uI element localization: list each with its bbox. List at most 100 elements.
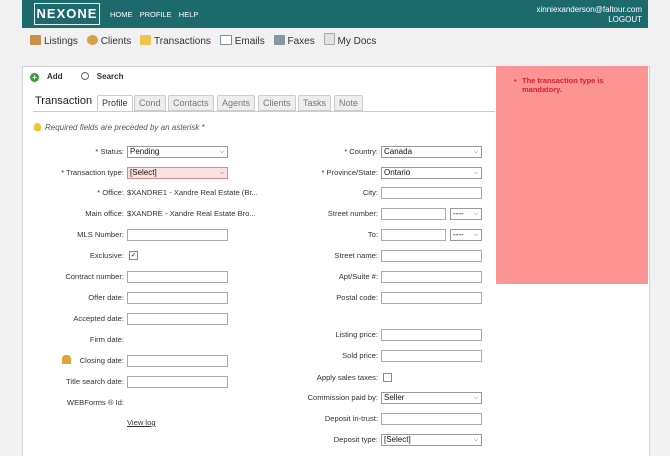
closing-date-input[interactable] <box>127 355 228 367</box>
city-input[interactable] <box>381 187 482 199</box>
exclusive-label: Exclusive: <box>89 251 124 260</box>
chevron-down-icon: ⌵ <box>473 395 479 401</box>
nav-faxes[interactable]: Faxes <box>273 35 315 47</box>
chevron-down-icon: ⌵ <box>473 149 479 155</box>
fax-icon <box>273 35 285 45</box>
required-note-text: Required fields are preceded by an aster… <box>45 123 205 132</box>
bullet-icon: • <box>514 76 517 85</box>
view-log-link[interactable]: View log <box>127 418 156 427</box>
street-number-input[interactable] <box>381 208 446 220</box>
docs-icon <box>323 33 335 45</box>
listing-price-input[interactable] <box>381 329 482 341</box>
offer-date-label: Offer date: <box>88 293 124 302</box>
nav-home[interactable]: HOME <box>110 10 133 19</box>
transaction-type-label: * Transaction type: <box>61 168 124 177</box>
to-suffix-select[interactable]: ---- ⌵ <box>450 229 482 241</box>
tab-contacts[interactable]: Contacts <box>168 95 214 111</box>
chevron-down-icon: ⌵ <box>219 170 225 176</box>
nav-clients-label: Clients <box>100 36 132 47</box>
nav-help[interactable]: HELP <box>179 10 199 19</box>
top-bar: NEXONE HOME PROFILE HELP xinniexanderson… <box>22 0 648 28</box>
nexone-logo[interactable]: NEXONE <box>34 3 100 25</box>
nav-listings[interactable]: Listings <box>30 35 78 47</box>
province-select[interactable]: Ontario ⌵ <box>381 167 482 179</box>
exclusive-checkbox[interactable]: ✓ <box>129 251 138 260</box>
chevron-down-icon: ⌵ <box>473 170 479 176</box>
mls-input[interactable] <box>127 229 228 241</box>
offer-date-input[interactable] <box>127 292 228 304</box>
clients-icon <box>86 35 98 45</box>
commission-select[interactable]: Seller ⌵ <box>381 392 482 404</box>
city-label: City: <box>362 188 378 197</box>
house-icon <box>30 35 41 45</box>
deposit-type-select[interactable]: [Select] ⌵ <box>381 434 482 446</box>
nav-transactions-label: Transactions <box>154 36 211 47</box>
nav-profile[interactable]: PROFILE <box>140 10 172 19</box>
chevron-down-icon: ⌵ <box>473 437 479 443</box>
street-number-label: Street number: <box>327 209 378 218</box>
chevron-down-icon: ⌵ <box>473 211 479 217</box>
accepted-date-label: Accepted date: <box>73 314 124 323</box>
street-name-label: Street name: <box>334 251 378 260</box>
tab-clients[interactable]: Clients <box>258 95 296 111</box>
nav-emails[interactable]: Emails <box>219 35 265 47</box>
to-suffix-value: ---- <box>453 230 464 239</box>
nav-my-docs-label: My Docs <box>337 36 377 47</box>
to-label: To: <box>367 230 378 239</box>
nav-transactions[interactable]: Transactions <box>140 35 211 47</box>
title-search-label: Title search date: <box>66 377 124 386</box>
sold-price-input[interactable] <box>381 350 482 362</box>
listing-price-label: Listing price: <box>335 330 378 339</box>
firm-date-label: Firm date: <box>89 335 124 344</box>
main-office-value: $XANDRE - Xandre Real Estate Bro... <box>127 209 256 218</box>
tab-agents[interactable]: Agents <box>217 95 256 111</box>
error-panel: • The transaction type is mandatory. <box>496 66 648 284</box>
deposit-type-value: [Select] <box>384 435 411 444</box>
country-label: * Country: <box>344 147 378 156</box>
tab-note[interactable]: Note <box>334 95 364 111</box>
user-email: xinniexanderson@faltour.com <box>536 5 642 14</box>
street-number-suffix-select[interactable]: ---- ⌵ <box>450 208 482 220</box>
sold-price-label: Sold price: <box>342 351 378 360</box>
nav-faxes-label: Faxes <box>287 36 315 47</box>
sales-tax-checkbox[interactable] <box>383 373 392 382</box>
sales-tax-label: Apply sales taxes: <box>316 373 378 382</box>
tab-profile[interactable]: Profile <box>97 95 133 111</box>
nav-clients[interactable]: Clients <box>86 35 132 47</box>
add-icon: + <box>30 73 39 82</box>
deposit-trust-label: Deposit in-trust: <box>324 414 378 423</box>
title-search-input[interactable] <box>127 376 228 388</box>
apt-input[interactable] <box>381 271 482 283</box>
postal-code-label: Postal code: <box>336 293 378 302</box>
to-input[interactable] <box>381 229 446 241</box>
nav-my-docs[interactable]: My Docs <box>323 33 377 47</box>
country-select[interactable]: Canada ⌵ <box>381 146 482 158</box>
chevron-down-icon: ⌵ <box>219 149 225 155</box>
street-number-suffix-value: ---- <box>453 209 464 218</box>
transaction-type-select[interactable]: [Select] ⌵ <box>127 167 228 179</box>
tab-cond[interactable]: Cond <box>134 95 166 111</box>
toolbar: + Add Search <box>30 72 139 82</box>
main-nav: Listings Clients Transactions Emails Fax… <box>30 33 382 47</box>
commission-label: Commission paid by: <box>307 393 378 402</box>
status-select[interactable]: Pending ⌵ <box>127 146 228 158</box>
mls-label: MLS Number: <box>77 230 124 239</box>
province-value: Ontario <box>384 168 411 177</box>
deposit-trust-input[interactable] <box>381 413 482 425</box>
nav-emails-label: Emails <box>234 36 265 47</box>
chevron-down-icon: ⌵ <box>473 232 479 238</box>
postal-code-input[interactable] <box>381 292 482 304</box>
search-button[interactable]: Search <box>80 72 132 81</box>
accepted-date-input[interactable] <box>127 313 228 325</box>
add-button[interactable]: + Add <box>30 72 71 82</box>
search-label: Search <box>96 72 124 81</box>
tab-tasks[interactable]: Tasks <box>298 95 332 111</box>
closing-date-label: Closing date: <box>79 356 124 365</box>
contract-input[interactable] <box>127 271 228 283</box>
search-icon <box>80 72 89 80</box>
envelope-icon <box>219 35 232 45</box>
logout-link[interactable]: LOGOUT <box>536 15 642 25</box>
country-value: Canada <box>384 147 413 156</box>
nav-listings-label: Listings <box>44 36 78 47</box>
street-name-input[interactable] <box>381 250 482 262</box>
